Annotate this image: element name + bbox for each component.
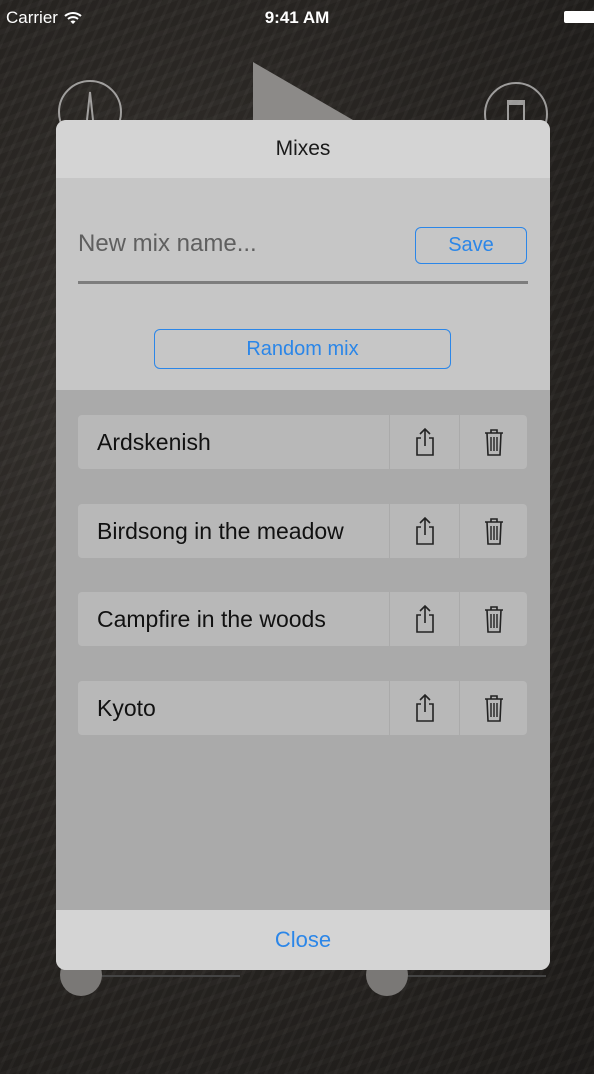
trash-icon	[484, 429, 503, 456]
delete-button[interactable]	[460, 415, 527, 469]
mix-list: Ardskenish Birdsong in the meadow Campfi…	[56, 390, 550, 910]
input-underline	[78, 281, 528, 284]
modal-header: Mixes	[56, 120, 550, 178]
save-button[interactable]: Save	[415, 227, 527, 264]
mix-name[interactable]: Birdsong in the meadow	[78, 504, 389, 558]
mix-controls: Save Random mix	[56, 178, 550, 390]
mix-name[interactable]: Ardskenish	[78, 415, 389, 469]
share-button[interactable]	[390, 415, 459, 469]
random-mix-button[interactable]: Random mix	[154, 329, 451, 369]
mix-name[interactable]: Kyoto	[78, 681, 389, 735]
share-button[interactable]	[390, 504, 459, 558]
mix-name[interactable]: Campfire in the woods	[78, 592, 389, 646]
status-time: 9:41 AM	[264, 8, 330, 27]
share-icon	[415, 516, 434, 545]
trash-icon	[484, 518, 503, 545]
share-icon	[415, 604, 434, 633]
mix-row: Birdsong in the meadow	[78, 504, 527, 558]
mixes-modal: Mixes Save Random mix Ardskenish	[56, 120, 550, 970]
delete-button[interactable]	[460, 504, 527, 558]
close-button[interactable]: Close	[56, 910, 550, 970]
share-icon	[415, 693, 434, 722]
mix-row: Campfire in the woods	[78, 592, 527, 646]
delete-button[interactable]	[460, 681, 527, 735]
share-button[interactable]	[390, 681, 459, 735]
status-bar: Carrier 9:41 AM	[0, 0, 594, 36]
volume-slider-track	[406, 975, 546, 977]
mix-name-input[interactable]	[78, 224, 408, 264]
share-icon	[415, 427, 434, 456]
battery-icon	[564, 11, 594, 23]
mix-row: Kyoto	[78, 681, 527, 735]
modal-title: Mixes	[275, 137, 331, 160]
trash-icon	[484, 606, 503, 633]
close-label: Close	[274, 927, 332, 952]
volume-slider-track	[100, 975, 240, 977]
share-button[interactable]	[390, 592, 459, 646]
trash-icon	[484, 695, 503, 722]
delete-button[interactable]	[460, 592, 527, 646]
mix-row: Ardskenish	[78, 415, 527, 469]
